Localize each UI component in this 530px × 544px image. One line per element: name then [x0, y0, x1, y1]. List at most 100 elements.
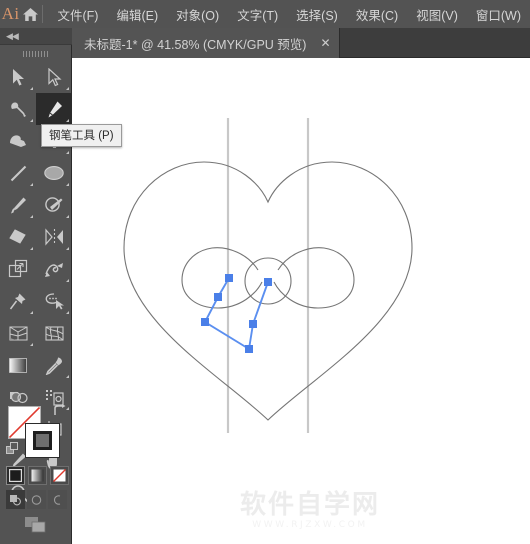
illustrator-window: Ai 文件(F) 编辑(E) 对象(O) 文字(T) 选择(S) 效果(C) 视…	[0, 0, 530, 544]
flyout-indicator	[66, 247, 69, 250]
anchor-point[interactable]	[245, 345, 253, 353]
default-colors-icon[interactable]	[6, 442, 19, 460]
gradient-mode-button[interactable]	[28, 466, 47, 485]
draw-mode-row	[6, 490, 67, 509]
gradient-tool[interactable]	[0, 349, 36, 381]
anchor-point[interactable]	[214, 293, 222, 301]
heart-outline	[123, 161, 413, 421]
grip-dots-icon	[22, 50, 49, 57]
fill-stroke-swatches	[0, 400, 72, 472]
flyout-indicator	[30, 247, 33, 250]
magic-wand-icon	[10, 101, 26, 117]
pen-tool[interactable]	[36, 93, 72, 125]
magic-wand-tool[interactable]	[0, 93, 36, 125]
width-tool[interactable]	[36, 253, 72, 285]
panel-collapse-button[interactable]: ◀◀	[0, 28, 72, 45]
menu-select[interactable]: 选择(S)	[287, 0, 347, 28]
bow-right-loop	[273, 247, 355, 309]
menu-divider	[41, 5, 43, 23]
width-warp-icon	[44, 262, 63, 277]
eraser-icon	[9, 229, 26, 244]
flyout-indicator	[30, 183, 33, 186]
flyout-indicator	[30, 87, 33, 90]
gradient-icon	[9, 357, 27, 373]
free-transform-icon	[8, 259, 27, 278]
home-icon[interactable]	[21, 0, 40, 28]
pushpin-icon	[9, 293, 25, 309]
flyout-indicator	[66, 151, 69, 154]
menu-bar: Ai 文件(F) 编辑(E) 对象(O) 文字(T) 选择(S) 效果(C) 视…	[0, 0, 530, 28]
eyedropper-icon	[45, 357, 62, 375]
panel-drag-handle[interactable]	[0, 45, 71, 59]
menu-object[interactable]: 对象(O)	[167, 0, 228, 28]
paintbrush-tool[interactable]	[0, 189, 36, 221]
color-mode-button[interactable]	[6, 466, 25, 485]
arrow-outline-icon	[47, 67, 62, 86]
artwork-svg	[123, 118, 413, 433]
reflect-icon	[44, 228, 63, 246]
none-mode-button[interactable]	[50, 466, 69, 485]
flyout-indicator	[66, 215, 69, 218]
close-icon[interactable]: ✕	[320, 37, 330, 49]
direct-selection-tool[interactable]	[36, 61, 72, 93]
anchor-point[interactable]	[201, 318, 209, 326]
line-segment-tool[interactable]	[0, 157, 36, 189]
shaper-icon	[45, 196, 63, 212]
lasso-icon	[45, 293, 64, 310]
curvature-icon	[10, 135, 26, 147]
document-tab[interactable]: 未标题-1* @ 41.58% (CMYK/GPU 预览) ✕	[72, 28, 340, 58]
change-screen-mode-button[interactable]	[0, 516, 72, 534]
menu-window[interactable]: 窗口(W)	[467, 0, 530, 28]
draw-inside-button[interactable]	[48, 490, 67, 509]
selection-tool[interactable]	[0, 61, 36, 93]
flyout-indicator	[30, 311, 33, 314]
ellipse-tool[interactable]	[36, 157, 72, 189]
anchor-point[interactable]	[249, 320, 257, 328]
app-logo: Ai	[1, 4, 20, 23]
menu-effect[interactable]: 效果(C)	[347, 0, 407, 28]
paintbrush-icon	[10, 197, 26, 213]
flyout-indicator	[66, 87, 69, 90]
draw-normal-button[interactable]	[6, 490, 25, 509]
draw-behind-button[interactable]	[27, 490, 46, 509]
document-tab-bar: 未标题-1* @ 41.58% (CMYK/GPU 预览) ✕	[0, 28, 530, 58]
menu-file[interactable]: 文件(F)	[49, 0, 108, 28]
arrow-solid-icon	[12, 68, 24, 85]
menu-item-list: 文件(F) 编辑(E) 对象(O) 文字(T) 选择(S) 效果(C) 视图(V…	[49, 0, 530, 28]
free-transform-tool[interactable]	[0, 253, 36, 285]
reflect-tool[interactable]	[36, 221, 72, 253]
eyedropper-tool[interactable]	[36, 349, 72, 381]
curvature-tool[interactable]	[0, 125, 36, 157]
flyout-indicator	[30, 119, 33, 122]
pen-path-in-progress[interactable]	[203, 277, 269, 351]
symbol-sprayer-tool[interactable]	[0, 285, 36, 317]
menu-type[interactable]: 文字(T)	[228, 0, 287, 28]
shaper-tool[interactable]	[36, 189, 72, 221]
eraser-tool[interactable]	[0, 221, 36, 253]
tools-panel: ◀◀	[0, 28, 72, 544]
flyout-indicator	[30, 343, 33, 346]
perspective-grid-icon	[8, 325, 28, 341]
collapse-arrows-icon: ◀◀	[6, 30, 19, 41]
flyout-indicator	[66, 375, 69, 378]
stroke-swatch[interactable]	[25, 423, 60, 458]
menu-edit[interactable]: 编辑(E)	[107, 0, 167, 28]
anchor-point[interactable]	[264, 278, 272, 286]
color-mode-row	[6, 466, 69, 485]
flyout-indicator	[66, 311, 69, 314]
flyout-indicator	[66, 279, 69, 282]
screen-mode-icon	[25, 517, 46, 533]
mesh-icon	[44, 325, 64, 341]
mesh-tool[interactable]	[36, 317, 72, 349]
lasso-tool[interactable]	[36, 285, 72, 317]
flyout-indicator	[66, 119, 69, 122]
menu-view[interactable]: 视图(V)	[407, 0, 467, 28]
pen-icon	[48, 101, 62, 117]
color-controls	[0, 400, 72, 533]
swap-fill-stroke-icon[interactable]	[53, 404, 66, 422]
tool-tooltip: 钢笔工具 (P)	[41, 124, 122, 147]
canvas-area[interactable]: 软件自学网 WWW.RJZXW.COM	[72, 58, 530, 544]
perspective-grid-tool[interactable]	[0, 317, 36, 349]
document-tab-title: 未标题-1* @ 41.58% (CMYK/GPU 预览)	[84, 37, 307, 52]
anchor-point[interactable]	[225, 274, 233, 282]
